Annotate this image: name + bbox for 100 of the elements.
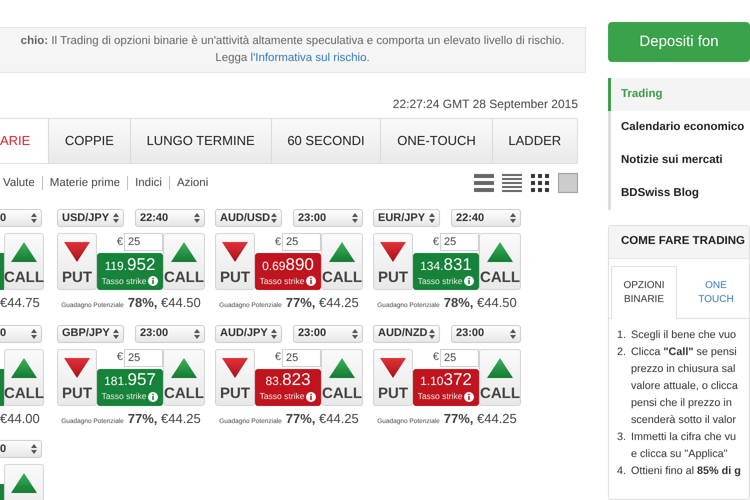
payout-amount: €44.00 [0,410,41,428]
info-icon[interactable] [464,392,474,402]
expiry-select[interactable]: 22:40 [451,209,521,227]
put-button[interactable]: PUT [215,233,255,290]
call-button[interactable]: CALL [321,233,363,290]
put-button[interactable]: PUT [373,233,413,290]
amount-field[interactable]: 25 [440,348,479,366]
select-arrows-icon [510,213,516,223]
payout-amount: 78%, €44.50 [444,294,517,312]
sidebar-menu-item[interactable]: Notizie sui mercati [608,144,750,177]
sidebar-menu-item[interactable]: Calendario economico [608,111,750,144]
payout-amount: 77%, €44.25 [286,294,359,312]
put-button[interactable]: PUT [215,348,255,406]
step-number: 4. [617,464,627,479]
currency-symbol: € [274,234,281,250]
filter-link[interactable]: Valute [0,176,42,190]
option-type-tab[interactable]: LADDER [492,119,577,163]
currency-symbol: € [432,234,439,250]
strike-label: Tasso strike [102,390,146,403]
risk-notice: chio: Il Trading di opzioni binarie è un'attività altamente speculativa e comporta un elevato livello di rischio. Legga l'Informativa sul rischio. [0,27,586,73]
clock-text: 22:27:24 GMT 28 September 2015 [392,96,578,113]
put-button[interactable]: PUT [373,348,413,406]
down-triangle-icon [380,242,406,262]
step-number: 2. [617,345,627,360]
asset-select[interactable]: GBP/JPY [57,324,124,342]
call-button[interactable]: CALL [479,233,521,290]
amount-field[interactable]: 25 [282,233,321,251]
down-triangle-icon [64,358,90,378]
strike-label: Tasso strike [102,274,146,288]
call-button[interactable]: CALL [163,348,205,406]
risk-info-link[interactable]: l'Informativa sul rischio. [250,52,370,64]
option-type-tab[interactable]: ONE-TOUCH [380,119,492,163]
select-arrows-icon [352,213,358,223]
step-number: 3. [617,430,627,445]
expiry-select[interactable]: 23:00 [451,324,521,342]
strike-price: 1.10372 [420,371,472,390]
info-icon[interactable] [306,392,316,402]
expiry-select[interactable]: 23:00 [293,324,363,342]
expiry-select[interactable]: 0 [0,324,42,342]
info-icon[interactable] [464,276,474,286]
option-type-tab[interactable]: LUNGO TERMINE [130,119,271,163]
strike-label: Tasso strike [260,274,304,288]
panel-tab[interactable]: ONE TOUCH [683,266,749,319]
filter-link[interactable]: Indici [127,176,169,190]
call-button[interactable]: CALL [479,348,521,406]
currency-symbol: € [116,234,123,250]
asset-select[interactable]: AUD/JPY [215,324,282,342]
expiry-select[interactable]: 0 [0,440,42,458]
step-text: Scegli il bene che vuo [631,328,736,343]
payout-amount: 78%, €44.50 [128,294,201,312]
option-type-tab[interactable]: COPPIE [48,119,130,163]
info-icon[interactable] [148,392,158,402]
down-triangle-icon [64,242,90,262]
asset-select[interactable]: AUD/NZD [373,324,440,342]
step-number: 1. [617,328,627,343]
payout-amount: 77%, €44.25 [444,410,517,428]
asset-select[interactable]: EUR/JPY [373,209,440,227]
panel-tab[interactable]: OPZIONI BINARIE [611,266,677,319]
option-type-tab[interactable]: 60 SECONDI [270,119,380,163]
asset-select[interactable]: AUD/USD [215,209,282,227]
amount-field[interactable]: 25 [124,348,163,366]
info-icon[interactable] [306,276,316,286]
down-triangle-icon [222,242,248,262]
sidebar-menu-item[interactable]: BDSwiss Blog [608,177,750,210]
up-triangle-icon [171,358,197,378]
compact-list-view-icon[interactable] [502,173,522,193]
info-icon[interactable] [148,276,158,286]
select-arrows-icon [194,328,200,338]
list-view-icon[interactable] [474,173,494,193]
asset-select[interactable]: USD/JPY [57,209,124,227]
call-button[interactable]: CALL [163,233,205,290]
select-arrows-icon [271,328,277,338]
strike-label: Tasso strike [418,274,462,288]
call-button[interactable]: CALL [4,233,44,290]
expiry-select[interactable]: 0 [0,209,42,227]
select-arrows-icon [113,328,119,338]
up-triangle-icon [171,242,197,262]
panel-title: COME FARE TRADING [609,226,749,259]
strike-label: Tasso strike [418,390,462,403]
payout-amount: 77%, €44.25 [286,410,359,428]
strike-price: 0.69890 [262,256,314,275]
filter-link[interactable]: Materie prime [42,176,128,190]
tile-view-icon[interactable] [558,173,578,193]
up-triangle-icon [11,358,37,378]
put-button[interactable]: PUT [57,348,97,406]
select-arrows-icon [271,213,277,223]
call-button[interactable]: CALL [321,348,363,406]
select-arrows-icon [31,328,37,338]
filter-link[interactable]: Azioni [168,176,216,190]
call-button[interactable]: CALL [4,348,44,406]
amount-field[interactable]: 25 [282,348,321,366]
expiry-select[interactable]: 23:00 [135,324,205,342]
payout-amount: 77%, €44.25 [128,410,201,428]
expiry-select[interactable]: 23:00 [293,209,363,227]
amount-field[interactable]: 25 [124,233,163,251]
strike-price: 83.823 [265,371,311,390]
expiry-select[interactable]: 22:40 [135,209,205,227]
grid-view-icon[interactable] [530,173,550,193]
put-button[interactable]: PUT [57,233,97,290]
amount-field[interactable]: 25 [440,233,479,251]
